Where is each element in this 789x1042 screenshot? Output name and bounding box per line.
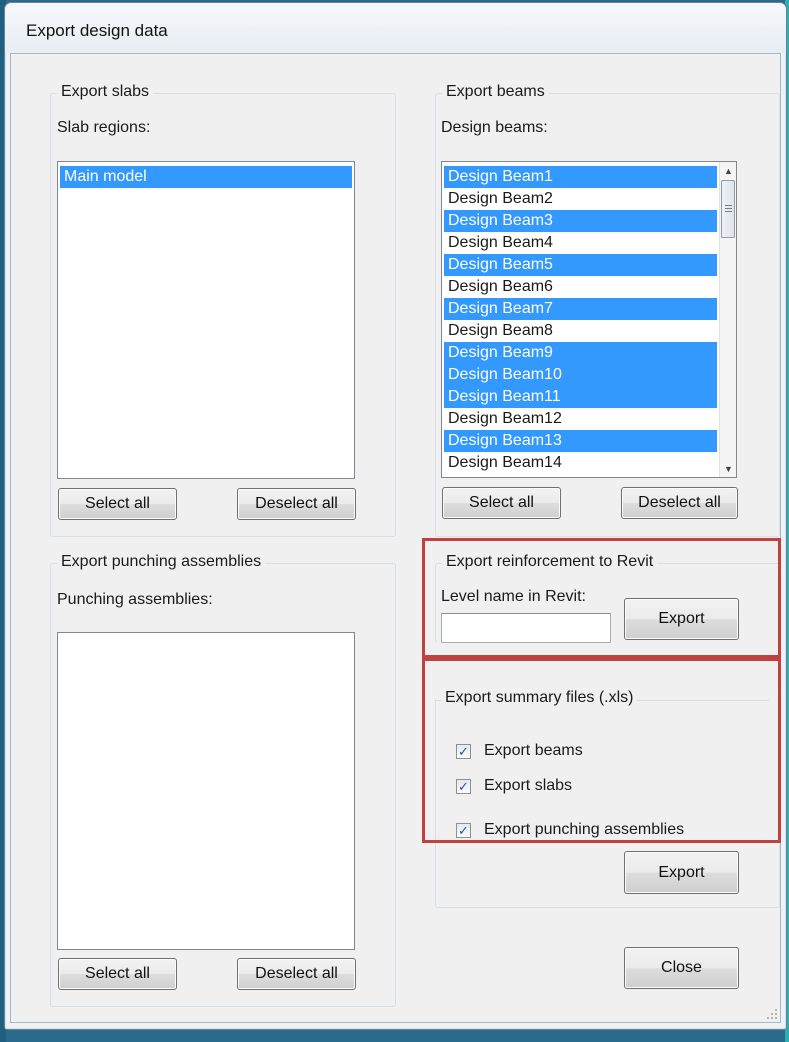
list-item[interactable]: Design Beam2	[444, 188, 717, 210]
export-design-data-dialog: Export design data Export slabs Slab reg…	[4, 2, 787, 1030]
punching-deselect-all-button[interactable]: Deselect all	[237, 958, 356, 990]
title-bar[interactable]: Export design data	[5, 3, 786, 53]
slabs-deselect-all-button[interactable]: Deselect all	[237, 488, 356, 520]
design-beams-listbox[interactable]: Design Beam1 Design Beam2 Design Beam3 Desi…	[441, 161, 737, 478]
slabs-select-all-button[interactable]: Select all	[58, 488, 177, 520]
scroll-up-arrow-icon[interactable]: ▲	[720, 162, 736, 179]
list-item[interactable]: Design Beam4	[444, 232, 717, 254]
revit-highlight-box	[422, 538, 781, 658]
summary-highlight-box	[422, 658, 781, 843]
slab-regions-listbox[interactable]: Main model	[57, 161, 355, 479]
list-item[interactable]: Design Beam10	[444, 364, 717, 386]
list-item[interactable]: Design Beam6	[444, 276, 717, 298]
scroll-down-arrow-icon[interactable]: ▼	[720, 460, 736, 477]
scroll-thumb[interactable]	[721, 180, 735, 238]
design-beams-label: Design beams:	[441, 119, 548, 136]
list-item[interactable]: Design Beam3	[444, 210, 717, 232]
list-item[interactable]: Design Beam9	[444, 342, 717, 364]
list-item[interactable]: Design Beam1	[444, 166, 717, 188]
list-item[interactable]: Design Beam7	[444, 298, 717, 320]
design-beams-scrollbar[interactable]: ▲ ▼	[719, 162, 736, 477]
dialog-client-area: Export slabs Slab regions: Main model Se…	[10, 53, 781, 1023]
list-item[interactable]: Design Beam12	[444, 408, 717, 430]
list-item[interactable]: Main model	[60, 166, 352, 188]
close-button[interactable]: Close	[624, 947, 739, 989]
punching-select-all-button[interactable]: Select all	[58, 958, 177, 990]
window-title: Export design data	[26, 21, 168, 40]
beams-select-all-button[interactable]: Select all	[442, 487, 561, 519]
export-slabs-group-label: Export slabs	[57, 83, 154, 101]
resize-grip-icon[interactable]	[766, 1008, 778, 1020]
list-item[interactable]: Design Beam5	[444, 254, 717, 276]
slab-regions-label: Slab regions:	[57, 119, 151, 136]
list-item[interactable]: Design Beam14	[444, 452, 717, 474]
list-item[interactable]: Design Beam11	[444, 386, 717, 408]
list-item[interactable]: Design Beam8	[444, 320, 717, 342]
punching-assemblies-listbox[interactable]	[57, 632, 355, 950]
export-punching-group-label: Export punching assemblies	[57, 553, 266, 571]
beams-deselect-all-button[interactable]: Deselect all	[621, 487, 738, 519]
list-item[interactable]: Design Beam13	[444, 430, 717, 452]
summary-export-button[interactable]: Export	[624, 851, 739, 894]
punching-assemblies-label: Punching assemblies:	[57, 591, 213, 608]
export-beams-group-label: Export beams	[442, 83, 549, 101]
